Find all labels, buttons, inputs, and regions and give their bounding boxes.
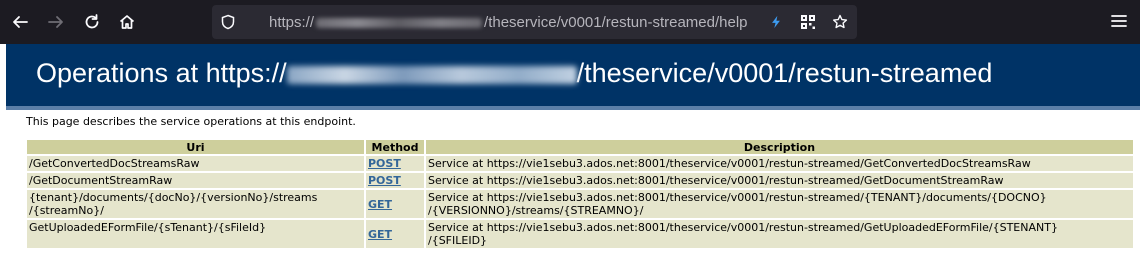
banner-divider [6,106,1140,110]
title-host-redacted [286,65,577,84]
hamburger-menu-icon[interactable] [1110,12,1128,30]
table-row: /GetDocumentStreamRaw POST Service at ht… [27,173,1133,188]
lightning-icon[interactable] [767,13,785,31]
shield-icon[interactable] [220,14,236,30]
method-cell: GET [366,190,424,218]
operations-table: Uri Method Description /GetConvertedDocS… [25,138,1135,250]
description-line-1: Service at https://vie1sebu3.ados.net:80… [428,191,1047,204]
reload-icon[interactable] [78,8,106,36]
description-cell: Service at https://vie1sebu3.ados.net:80… [426,190,1133,218]
uri-cell: {tenant}/documents/{docNo}/{versionNo}/s… [27,190,364,218]
url-host-redacted [316,17,483,28]
method-link[interactable]: POST [368,157,401,170]
method-cell: GET [366,220,424,248]
browser-toolbar: https:// /theservice/v0001/restun-streame… [0,0,1140,44]
description-cell: Service at https://vie1sebu3.ados.net:80… [426,173,1133,188]
method-cell: POST [366,173,424,188]
title-prefix: Operations at https:// [36,58,287,88]
uri-cell: GetUploadedEFormFile/{sTenant}/{sFileId} [27,220,364,248]
method-link[interactable]: POST [368,174,401,187]
method-cell: POST [366,156,424,171]
description-cell: Service at https://vie1sebu3.ados.net:80… [426,156,1133,171]
header-method: Method [366,140,424,154]
intro-text: This page describes the service operatio… [26,115,356,128]
description-cell: Service at https://vie1sebu3.ados.net:80… [426,220,1133,248]
title-path: /theservice/v0001/restun-streamed [576,58,993,88]
back-arrow-icon[interactable] [6,8,34,36]
table-row: /GetConvertedDocStreamsRaw POST Service … [27,156,1133,171]
home-icon[interactable] [113,8,141,36]
method-link[interactable]: GET [368,228,392,241]
page-content: Operations at https:// /theservice/v0001/… [0,44,1140,255]
uri-line-1: {tenant}/documents/{docNo}/{versionNo}/s… [29,191,318,204]
url-text: https:// /theservice/v0001/restun-streame… [269,14,748,31]
qr-grid-icon[interactable] [799,13,817,31]
header-uri: Uri [27,140,364,154]
url-prefix: https:// [269,13,315,31]
description-line-2: /{SFILEID} [428,234,488,247]
uri-line-2: /{streamNo}/ [29,204,104,217]
description-line-2: /{VERSIONNO}/streams/{STREAMNO}/ [428,204,644,217]
uri-cell: /GetConvertedDocStreamsRaw [27,156,364,171]
table-header-row: Uri Method Description [27,140,1133,154]
table-row: GetUploadedEFormFile/{sTenant}/{sFileId}… [27,220,1133,248]
page-banner: Operations at https:// /theservice/v0001/… [6,44,1140,106]
forward-arrow-icon[interactable] [42,8,70,36]
page-title: Operations at https:// /theservice/v0001/… [36,58,992,89]
address-bar[interactable]: https:// /theservice/v0001/restun-streame… [212,5,857,39]
header-description: Description [426,140,1133,154]
url-path: /theservice/v0001/restun-streamed/help [484,13,748,31]
description-line-1: Service at https://vie1sebu3.ados.net:80… [428,221,1058,234]
table-row: {tenant}/documents/{docNo}/{versionNo}/s… [27,190,1133,218]
method-link[interactable]: GET [368,198,392,211]
star-icon[interactable] [831,13,849,31]
uri-cell: /GetDocumentStreamRaw [27,173,364,188]
